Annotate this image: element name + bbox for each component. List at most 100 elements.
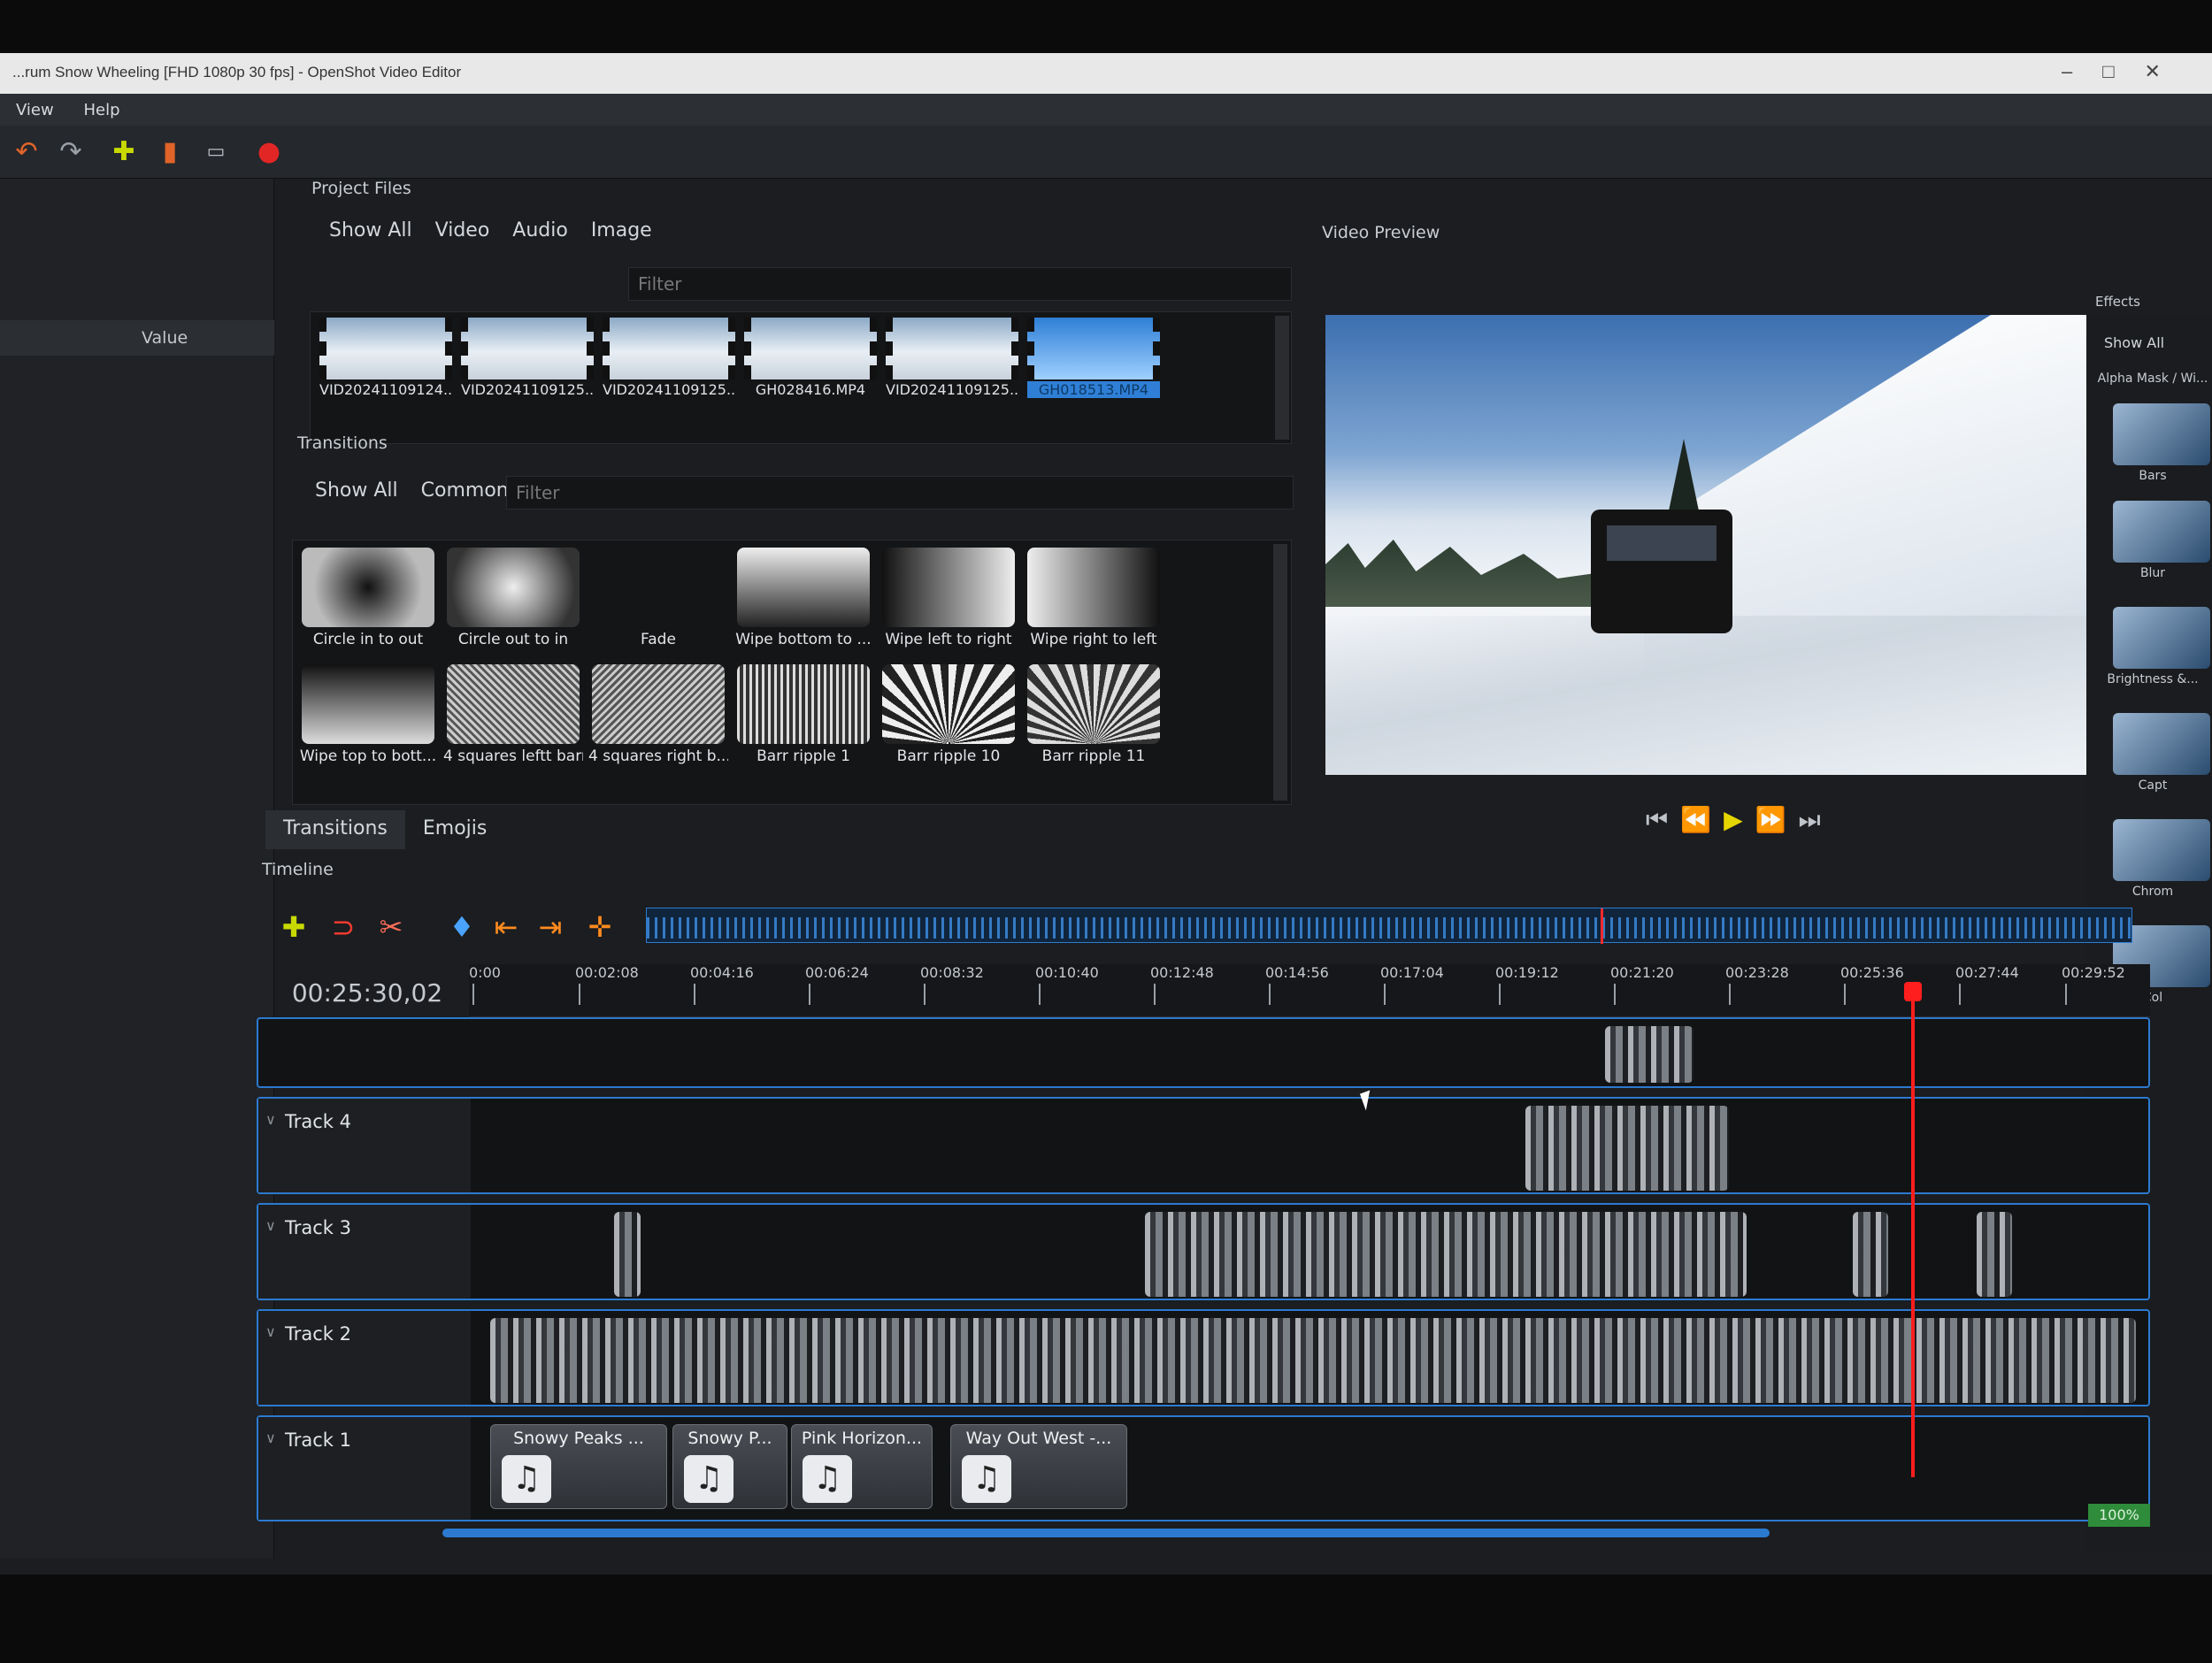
fullscreen-icon[interactable]: ▭ (198, 136, 234, 168)
audio-clip[interactable]: Way Out West -... ♫ (950, 1424, 1127, 1509)
effect-item[interactable]: Capt (2095, 713, 2210, 793)
jump-end-icon[interactable]: ⏭ (1799, 805, 1821, 840)
video-clip[interactable] (614, 1212, 641, 1297)
video-clip-group[interactable] (1605, 1026, 1694, 1083)
window-controls[interactable]: –□✕ (2062, 60, 2191, 83)
video-clip-group[interactable] (1525, 1106, 1729, 1191)
transition-thumbnail (447, 548, 580, 627)
audio-clip[interactable]: Pink Horizon... ♫ (791, 1424, 933, 1509)
track-2[interactable]: Track 2 (257, 1309, 2150, 1406)
tab-image[interactable]: Image (591, 219, 652, 241)
ruler-tick: 00:06:24 (805, 964, 869, 1005)
transition-item[interactable]: 4 squares leftt barr (443, 661, 583, 774)
transition-name: 4 squares right b... (588, 747, 728, 765)
audio-clip[interactable]: Snowy Peaks ... ♫ (490, 1424, 667, 1509)
file-item[interactable]: VID20241109125... (603, 318, 735, 441)
effect-item[interactable]: Blur (2095, 501, 2210, 580)
transition-item[interactable]: Barr ripple 1 (733, 661, 873, 774)
transition-item[interactable]: Circle in to out (298, 544, 438, 657)
play-icon[interactable]: ▶ (1724, 805, 1743, 840)
track-lane[interactable] (472, 1314, 2145, 1403)
track-lane[interactable] (472, 1102, 2145, 1191)
add-track-icon[interactable]: ✚ (274, 909, 313, 945)
transition-item[interactable]: 4 squares right b... (588, 661, 728, 774)
file-item-selected[interactable]: GH018513.MP4 (1027, 318, 1160, 441)
menu-view[interactable]: View (16, 101, 54, 119)
previous-marker-icon[interactable]: ⇤ (487, 909, 526, 945)
tab-common[interactable]: Common (421, 479, 509, 502)
center-playhead-icon[interactable]: ✛ (580, 909, 619, 945)
video-clip[interactable] (1977, 1212, 2012, 1297)
timeline-playhead[interactable] (1904, 982, 1922, 1477)
title-bar: ...rum Snow Wheeling [FHD 1080p 30 fps] … (0, 53, 2212, 94)
add-marker-icon[interactable]: ♦ (442, 909, 481, 945)
effect-item[interactable]: Brightness &... (2095, 607, 2210, 686)
effect-name: Capt (2138, 778, 2168, 793)
effect-item[interactable]: Bars (2095, 403, 2210, 483)
effects-show-all[interactable]: Show All (2104, 334, 2164, 351)
track-3[interactable]: Track 3 (257, 1203, 2150, 1300)
rewind-icon[interactable]: ⏪ (1680, 805, 1711, 840)
tab-audio[interactable]: Audio (512, 219, 568, 241)
transitions-scrollbar[interactable] (1273, 544, 1287, 801)
music-note-icon: ♫ (803, 1455, 852, 1503)
main-toolbar: ↶ ↷ ✚ ▮ ▭ ● (0, 126, 2212, 179)
menu-help[interactable]: Help (83, 101, 119, 119)
transition-thumbnail (302, 548, 434, 627)
track-lane[interactable] (472, 1208, 2145, 1297)
video-clip[interactable] (1853, 1212, 1888, 1297)
effects-title: Effects (2095, 294, 2140, 310)
track-label: Track 1 (258, 1417, 471, 1520)
track-label: Track 3 (258, 1205, 471, 1299)
transition-item[interactable]: Wipe left to right (879, 544, 1018, 657)
timecode-display: 00:25:30,02 (291, 978, 443, 1008)
video-clip-group[interactable] (1145, 1212, 1747, 1297)
next-marker-icon[interactable]: ⇥ (531, 909, 570, 945)
transitions-filter[interactable]: Filter (506, 476, 1294, 510)
transition-item[interactable]: Wipe top to bott... (298, 661, 438, 774)
transition-item[interactable]: Barr ripple 11 (1024, 661, 1164, 774)
effect-item[interactable]: Alpha Mask / Wi... (2095, 368, 2210, 386)
track-lane[interactable]: Snowy Peaks ... ♫ Snowy P... ♫ Pink Horizo… (472, 1421, 2145, 1516)
video-clip-group[interactable] (490, 1318, 2136, 1403)
files-scrollbar[interactable] (1275, 316, 1289, 440)
add-file-icon[interactable]: ✚ (106, 136, 142, 168)
snap-magnet-icon[interactable]: ⊃ (324, 909, 363, 945)
transition-thumbnail (737, 548, 870, 627)
project-files-filter[interactable]: Filter (628, 267, 1292, 301)
file-item[interactable]: VID20241109125... (461, 318, 594, 441)
undo-icon[interactable]: ↶ (9, 136, 44, 168)
export-icon[interactable]: ▮ (152, 136, 188, 168)
transition-item[interactable]: Wipe bottom to ... (733, 544, 873, 657)
effect-name: Chrom (2131, 885, 2174, 899)
transition-item[interactable]: Fade (588, 544, 728, 657)
tab-transitions[interactable]: Transitions (265, 810, 405, 849)
file-item[interactable]: VID20241109125... (886, 318, 1018, 441)
track-1[interactable]: Track 1 Snowy Peaks ... ♫ Snowy P... ♫ Pin… (257, 1415, 2150, 1521)
file-item[interactable]: VID20241109124... (319, 318, 452, 441)
track-lane[interactable] (472, 1023, 2145, 1083)
fast-forward-icon[interactable]: ⏩ (1755, 805, 1786, 840)
file-name: GH018513.MP4 (1027, 381, 1160, 398)
transition-item[interactable]: Wipe right to left (1024, 544, 1164, 657)
timeline-ruler[interactable]: 0:00 00:02:08 00:04:16 00:06:24 00:08:32… (469, 964, 2150, 1017)
track-4[interactable]: Track 4 (257, 1097, 2150, 1194)
audio-clip[interactable]: Snowy P... ♫ (672, 1424, 787, 1509)
razor-icon[interactable]: ✂ (372, 909, 411, 945)
jump-start-icon[interactable]: ⏮ (1646, 805, 1668, 840)
tab-emojis[interactable]: Emojis (405, 810, 504, 849)
effect-item[interactable]: Chrom (2095, 819, 2210, 899)
track-5[interactable] (257, 1017, 2150, 1088)
redo-icon[interactable]: ↷ (53, 136, 88, 168)
zoom-level[interactable]: 100% (2088, 1504, 2150, 1527)
transition-item[interactable]: Circle out to in (443, 544, 583, 657)
transition-item[interactable]: Barr ripple 10 (879, 661, 1018, 774)
timeline-horizontal-scrollbar[interactable] (442, 1529, 1770, 1537)
tab-video[interactable]: Video (435, 219, 490, 241)
tab-show-all[interactable]: Show All (329, 219, 412, 241)
timeline-overview[interactable] (646, 908, 2133, 944)
preview-frame (1325, 315, 2095, 775)
file-item[interactable]: GH028416.MP4 (744, 318, 877, 441)
tab-show-all[interactable]: Show All (315, 479, 398, 502)
record-icon[interactable]: ● (251, 136, 287, 168)
